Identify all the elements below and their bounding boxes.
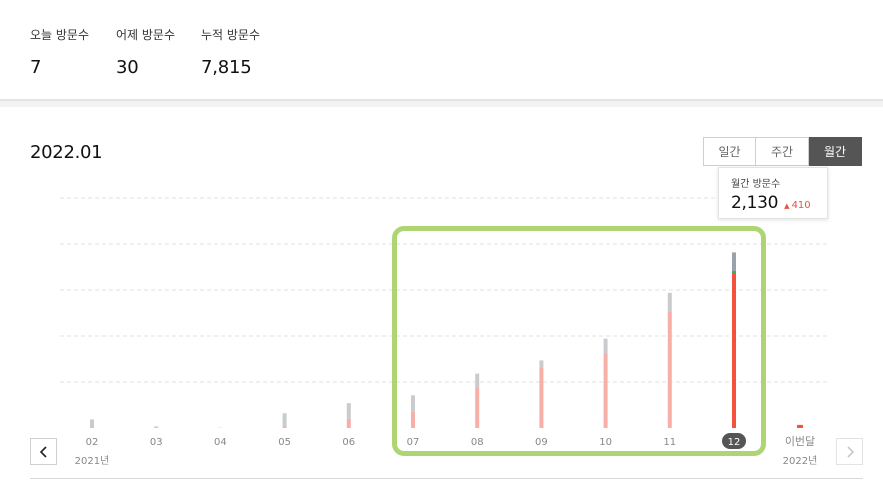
tooltip-value: 2,130 [731, 193, 779, 213]
x-tick-label-02[interactable]: 02 [86, 437, 99, 448]
bar-visits-06[interactable] [346, 418, 351, 428]
x-tick-label-10[interactable]: 10 [599, 437, 612, 448]
chevron-left-icon [39, 445, 47, 458]
stat-total-value: 7,815 [201, 57, 252, 78]
year-label: 2021년 [75, 455, 110, 467]
stat-total-label: 누적 방문수 [201, 28, 261, 42]
bar-visits-08[interactable] [475, 387, 480, 428]
stat-yesterday-value: 30 [116, 57, 139, 78]
next-period-button[interactable] [836, 438, 863, 465]
chevron-right-icon [846, 445, 854, 458]
x-tick-label-04[interactable]: 04 [214, 437, 227, 448]
x-tick-label-11[interactable]: 11 [663, 437, 676, 448]
bar-divider-12 [732, 271, 736, 274]
bar-stack-11[interactable] [667, 292, 672, 312]
x-tick-label-07[interactable]: 07 [407, 437, 420, 448]
monthly-visits-chart: 02 03 04 05 06 07 08 09 10 11 12 이번달 2021년 2022년 [60, 197, 830, 467]
bar-stack-10[interactable] [603, 338, 608, 354]
bar-stack-02[interactable] [90, 419, 94, 428]
tooltip-change: ▲ 410 [784, 200, 810, 211]
stat-yesterday-label: 어제 방문수 [116, 28, 176, 42]
bar-visits-11[interactable] [667, 311, 672, 428]
stat-yesterday: 어제 방문수 30 [116, 26, 175, 78]
bar-stack-12[interactable] [732, 252, 736, 273]
x-tick-label-12[interactable]: 12 [728, 437, 741, 448]
visitor-stats-panel: 오늘 방문수 7 어제 방문수 30 누적 방문수 7,815 [0, 0, 883, 100]
toggle-daily-button[interactable]: 일간 [703, 137, 756, 166]
x-tick-label-09[interactable]: 09 [535, 437, 548, 448]
bar-visits-05[interactable] [282, 426, 287, 428]
bar-visits-09[interactable] [539, 367, 544, 428]
bar-visits-07[interactable] [411, 411, 415, 428]
bar-visits-이번달[interactable] [797, 424, 803, 428]
x-tick-label-05[interactable]: 05 [278, 437, 291, 448]
toggle-monthly-button[interactable]: 월간 [809, 137, 862, 166]
chart-tooltip: 월간 방문수 2,130 ▲ 410 [718, 167, 828, 219]
x-tick-label-06[interactable]: 06 [342, 437, 355, 448]
year-label: 2022년 [783, 455, 818, 467]
x-tick-label-03[interactable]: 03 [150, 437, 163, 448]
period-title: 2022.01 [30, 142, 103, 163]
bar-stack-07[interactable] [411, 395, 415, 412]
stat-today: 오늘 방문수 7 [30, 26, 89, 78]
bar-visits-10[interactable] [603, 353, 608, 428]
prev-period-button[interactable] [30, 438, 57, 465]
tooltip-change-value: 410 [791, 200, 811, 211]
bar-stack-09[interactable] [539, 360, 544, 368]
stat-today-label: 오늘 방문수 [30, 28, 90, 42]
x-tick-label-08[interactable]: 08 [471, 437, 484, 448]
bar-stack-05[interactable] [282, 413, 287, 427]
stat-today-value: 7 [30, 57, 42, 78]
stat-total: 누적 방문수 7,815 [201, 26, 260, 78]
toggle-weekly-button[interactable]: 주간 [756, 137, 809, 166]
tooltip-label: 월간 방문수 [731, 179, 781, 190]
bar-visits-12[interactable] [732, 272, 736, 428]
bar-stack-06[interactable] [346, 403, 351, 419]
section-divider [0, 100, 883, 107]
bar-stack-03[interactable] [154, 426, 159, 428]
period-toggle: 일간 주간 월간 [703, 137, 862, 166]
up-arrow-icon: ▲ [784, 202, 790, 210]
bar-stack-08[interactable] [475, 373, 480, 388]
x-tick-label-이번달[interactable]: 이번달 [785, 435, 815, 448]
bottom-divider [30, 478, 863, 479]
